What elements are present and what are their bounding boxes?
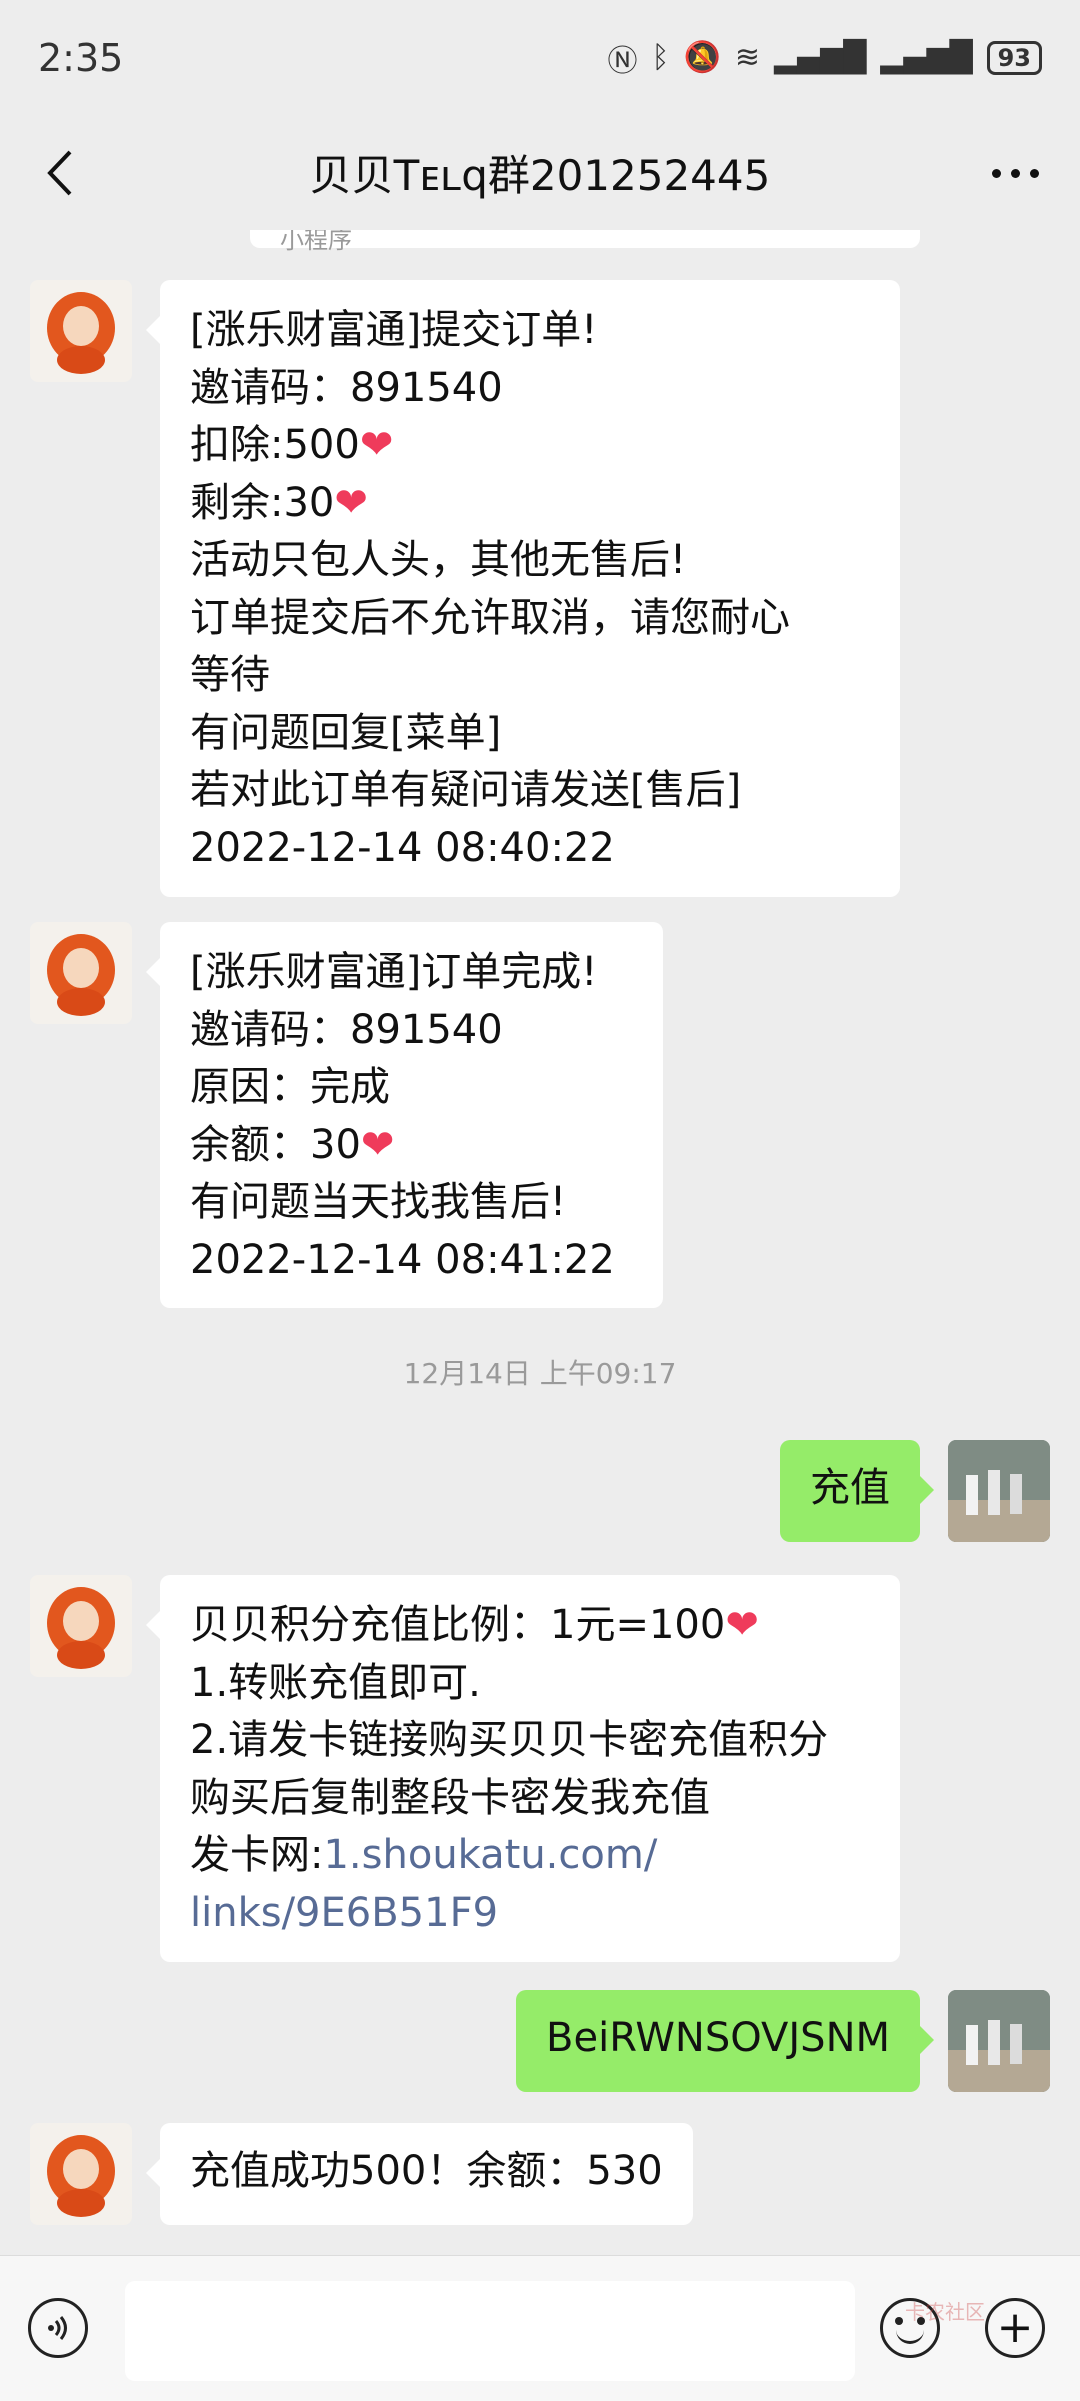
signal-icon: ▂▄▆█ [880,40,973,75]
status-icons: Ⓝ ᛒ 🔕 ≋ ▂▄▆█ ▂▄▆█ 93 [607,36,1042,80]
message-line: 购买后复制整段卡密发我充值 [190,1774,710,1821]
message-line: 有问题回复[菜单] [190,709,502,756]
message-timestamp: 2022-12-14 08:41:22 [190,1236,615,1283]
card-shop-link[interactable]: 1.shoukatu.com/ [323,1832,657,1878]
message-bubble[interactable]: 贝贝积分充值比例：1元=100❤ 1.转账充值即可. 2.请发卡链接购买贝贝卡密充值… [146,1575,900,1962]
message-timestamp: 2022-12-14 08:40:22 [190,824,615,871]
message-bubble[interactable]: 充值 [780,1440,934,1542]
status-time: 2:35 [38,35,124,80]
chat-area[interactable]: 小程序 [涨乐财富通]提交订单! 邀请码：891540 扣除:500❤ 剩余:30❤ 活… [0,230,1080,2255]
message-line: 等待 [190,652,270,698]
battery-level: 93 [997,43,1031,72]
message-line: 若对此订单有疑问请发送[售后] [190,767,742,813]
mute-icon: 🔕 [683,40,721,75]
avatar[interactable] [948,1990,1050,2092]
status-bar: 2:35 Ⓝ ᛒ 🔕 ≋ ▂▄▆█ ▂▄▆█ 93 [0,0,1080,115]
avatar[interactable] [30,922,132,1024]
nfc-icon: Ⓝ [607,43,638,79]
message-line: 贝贝积分充值比例：1元=100❤ [190,1602,759,1648]
message-line: 活动只包人头，其他无售后! [190,537,687,583]
message-line: 1.转账充值即可. [190,1659,481,1706]
message-line: 发卡网:1.shoukatu.com/ [190,1832,658,1878]
watermark: 卡农社区 [905,2300,985,2324]
message-bubble[interactable]: [涨乐财富通]订单完成! 邀请码：891540 原因：完成余额：30❤ 有问题当天找我… [146,922,663,1308]
message-line: [涨乐财富通]提交订单! [190,307,598,353]
message-line: 订单提交后不允许取消，请您耐心 [190,594,790,641]
message-bubble[interactable]: 充值成功500！余额：530 [146,2123,693,2225]
message-line: 扣除:500❤ [190,422,394,468]
message-line: 有问题当天找我售后! [190,1179,567,1225]
message-bubble[interactable]: [涨乐财富通]提交订单! 邀请码：891540 扣除:500❤ 剩余:30❤ 活动只包人… [146,280,900,897]
more-dots-icon[interactable] [980,143,1050,203]
message-line: 余额：30❤ [190,1121,395,1168]
message-input[interactable] [125,2281,855,2381]
message-line: 剩余:30❤ [190,479,368,526]
heart-icon: ❤ [360,1121,395,1168]
message-line: 2.请发卡链接购买贝贝卡密充值积分 [190,1717,829,1763]
time-divider: 12月14日 上午09:17 [403,1357,677,1390]
signal-icon: ▂▄▆█ [774,40,867,75]
message-bubble[interactable]: BeiRWNSOVJSNM [516,1990,934,2092]
heart-icon: ❤ [334,479,368,526]
heart-icon: ❤ [359,422,394,468]
voice-icon[interactable] [28,2298,88,2358]
mini-program-card[interactable]: 小程序 [250,230,920,254]
avatar[interactable] [30,280,132,382]
heart-icon: ❤ [725,1602,759,1648]
message-line: [涨乐财富通]订单完成! [190,949,598,995]
mini-program-label: 小程序 [280,230,352,254]
avatar[interactable] [30,1575,132,1677]
avatar[interactable] [948,1440,1050,1542]
avatar[interactable] [30,2123,132,2225]
message-line: 邀请码：891540 [190,1006,503,1053]
chevron-left-icon[interactable] [30,143,90,203]
message-line: 邀请码：891540 [190,364,503,411]
message-line: 原因：完成 [190,1064,390,1110]
bluetooth-icon: ᛒ [651,40,670,75]
card-shop-link[interactable]: links/9E6B51F9 [190,1890,498,1936]
plus-icon[interactable]: + [985,2298,1045,2358]
chat-title: 贝贝Tᴇʟq群201252445 [309,151,771,200]
chat-header: 贝贝Tᴇʟq群201252445 [0,115,1080,230]
wifi-icon: ≋ [734,40,760,75]
message-line: links/9E6B51F9 [190,1885,870,1943]
input-bar: 卡农社区 + [0,2255,1080,2401]
battery-icon: 93 [986,40,1042,75]
